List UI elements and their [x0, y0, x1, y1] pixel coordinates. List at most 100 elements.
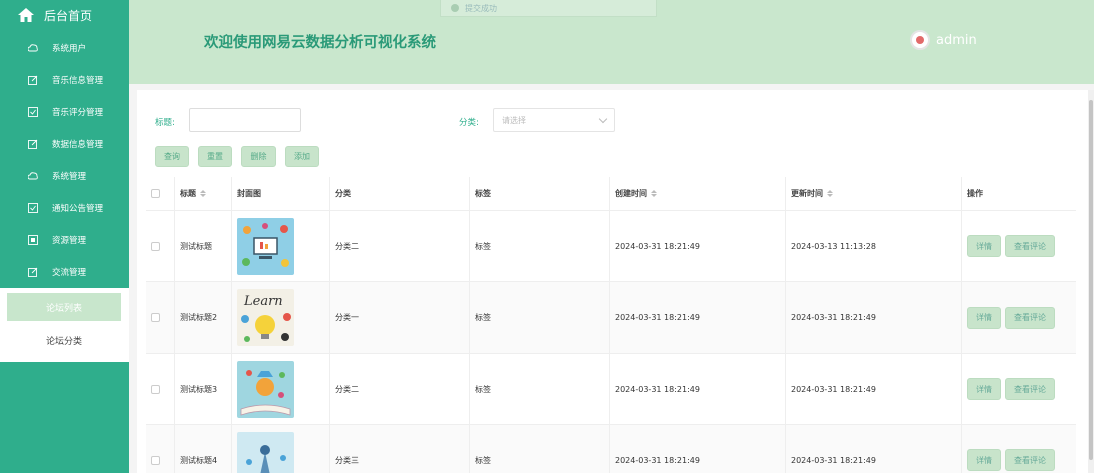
sidebar-item-data-info[interactable]: 数据信息管理: [0, 128, 129, 160]
view-comments-button[interactable]: 查看评论: [1005, 235, 1055, 257]
row-checkbox-cell: [146, 425, 175, 473]
header: 提交成功 欢迎使用网易云数据分析可视化系统 admin: [129, 0, 1094, 84]
sidebar-home-label: 后台首页: [44, 8, 93, 23]
header-tag-label: 标签: [475, 189, 491, 198]
title-filter-label: 标题:: [155, 118, 175, 128]
category-filter-label: 分类:: [459, 118, 479, 128]
sidebar-item-label: 数据信息管理: [52, 140, 104, 150]
table-header-row: 标题 封面图 分类 标签 创建时间 更新时间 操作: [146, 177, 1076, 211]
sidebar-home[interactable]: 后台首页: [0, 0, 129, 30]
header-cover: 封面图: [232, 177, 330, 210]
header-category: 分类: [330, 177, 470, 210]
sort-icon[interactable]: [827, 190, 833, 197]
header-title-label: 标题: [180, 189, 196, 198]
category-cell: 分类二: [330, 211, 470, 281]
sidebar-item-system[interactable]: 系统管理: [0, 160, 129, 192]
cover-image[interactable]: Learn: [237, 289, 294, 346]
sidebar-item-notice[interactable]: 通知公告管理: [0, 192, 129, 224]
created-cell: 2024-03-31 18:21:49: [610, 282, 786, 353]
created-cell: 2024-03-31 18:21:49: [610, 211, 786, 281]
row-checkbox[interactable]: [151, 313, 160, 322]
user-menu[interactable]: admin: [910, 30, 977, 50]
delete-button[interactable]: 删除: [241, 146, 276, 167]
edit-icon: [28, 267, 38, 277]
select-all-checkbox[interactable]: [151, 189, 160, 198]
header-actions-label: 操作: [967, 189, 983, 198]
edit-icon: [28, 75, 38, 85]
detail-button[interactable]: 详情: [967, 306, 1001, 329]
sidebar-item-label: 资源管理: [52, 236, 87, 246]
submenu-item-forum-category[interactable]: 论坛分类: [7, 326, 121, 354]
svg-text:Learn: Learn: [243, 294, 283, 309]
cover-cell: [232, 211, 330, 281]
check-square-icon: [28, 203, 38, 213]
cover-image[interactable]: [237, 431, 294, 473]
cloud-icon: [28, 172, 38, 180]
sidebar-item-resources[interactable]: 资源管理: [0, 224, 129, 256]
cover-image[interactable]: [237, 360, 294, 418]
cloud-icon: [28, 44, 38, 52]
header-cover-label: 封面图: [237, 189, 261, 198]
toast-message: 提交成功: [440, 0, 657, 17]
tag-cell: 标签: [470, 425, 610, 473]
scrollbar-thumb[interactable]: [1089, 100, 1093, 460]
category-select-placeholder: 请选择: [502, 115, 526, 125]
tag-cell: 标签: [470, 211, 610, 281]
category-cell: 分类三: [330, 425, 470, 473]
table-row: 测试标题4 分类三 标签 2024-03-31 18:21:49 2024-03…: [146, 425, 1076, 473]
sidebar-item-label: 音乐信息管理: [52, 76, 104, 86]
category-cell: 分类二: [330, 354, 470, 424]
submenu-item-forum-list[interactable]: 论坛列表: [7, 293, 121, 321]
title-cell: 测试标题2: [175, 282, 232, 353]
sidebar-item-music-info[interactable]: 音乐信息管理: [0, 64, 129, 96]
row-checkbox[interactable]: [151, 455, 160, 465]
row-checkbox[interactable]: [151, 241, 160, 251]
edit-icon: [28, 139, 38, 149]
cover-cell: Learn: [232, 282, 330, 353]
sort-icon[interactable]: [651, 190, 657, 197]
view-comments-button[interactable]: 查看评论: [1005, 449, 1055, 471]
title-cell: 测试标题3: [175, 354, 232, 424]
actions-cell: 详情 查看评论: [962, 354, 1076, 424]
view-comments-button[interactable]: 查看评论: [1005, 306, 1055, 329]
cover-image[interactable]: [237, 217, 294, 275]
sidebar-item-label: 通知公告管理: [52, 204, 104, 214]
header-checkbox-cell: [146, 177, 175, 210]
detail-button[interactable]: 详情: [967, 235, 1001, 257]
sidebar-item-label: 音乐评分管理: [52, 108, 104, 118]
category-select[interactable]: 请选择: [493, 108, 615, 132]
table-row: 测试标题 分类二 标签 2024-03-31 18:21:49 2024-03-…: [146, 211, 1076, 282]
query-button[interactable]: 查询: [155, 146, 189, 167]
actions-cell: 详情 查看评论: [962, 425, 1076, 473]
add-button[interactable]: 添加: [285, 146, 319, 167]
sidebar-submenu: 论坛列表 论坛分类: [0, 288, 129, 362]
sort-icon[interactable]: [200, 190, 206, 197]
sidebar-item-label: 交流管理: [52, 268, 87, 278]
header-updated[interactable]: 更新时间: [786, 177, 962, 210]
header-category-label: 分类: [335, 189, 351, 198]
detail-button[interactable]: 详情: [967, 378, 1001, 400]
header-created[interactable]: 创建时间: [610, 177, 786, 210]
reset-button[interactable]: 重置: [198, 146, 232, 167]
detail-button[interactable]: 详情: [967, 449, 1001, 471]
row-checkbox-cell: [146, 211, 175, 281]
actions-cell: 详情 查看评论: [962, 282, 1076, 353]
sidebar-item-exchange[interactable]: 交流管理: [0, 256, 129, 288]
row-checkbox-cell: [146, 282, 175, 353]
username: admin: [936, 32, 977, 48]
sidebar-item-label: 系统用户: [52, 44, 87, 54]
row-checkbox[interactable]: [151, 384, 160, 394]
updated-cell: 2024-03-13 11:13:28: [786, 211, 962, 281]
created-cell: 2024-03-31 18:21:49: [610, 354, 786, 424]
chevron-down-icon: [598, 114, 608, 124]
tag-cell: 标签: [470, 354, 610, 424]
main-panel: 标题: 分类: 请选择 查询 重置 删除 添加 标题 封面图 分类 标签 创建时…: [137, 90, 1088, 473]
sidebar-item-music-rating[interactable]: 音乐评分管理: [0, 96, 129, 128]
header-title[interactable]: 标题: [175, 177, 232, 210]
view-comments-button[interactable]: 查看评论: [1005, 378, 1055, 400]
table-row: 测试标题3 分类二 标签 2024-03-31 18:21:49 2024-03…: [146, 354, 1076, 425]
updated-cell: 2024-03-31 18:21:49: [786, 354, 962, 424]
cover-cell: [232, 425, 330, 473]
sidebar-item-users[interactable]: 系统用户: [0, 32, 129, 64]
title-search-input[interactable]: [189, 108, 301, 132]
